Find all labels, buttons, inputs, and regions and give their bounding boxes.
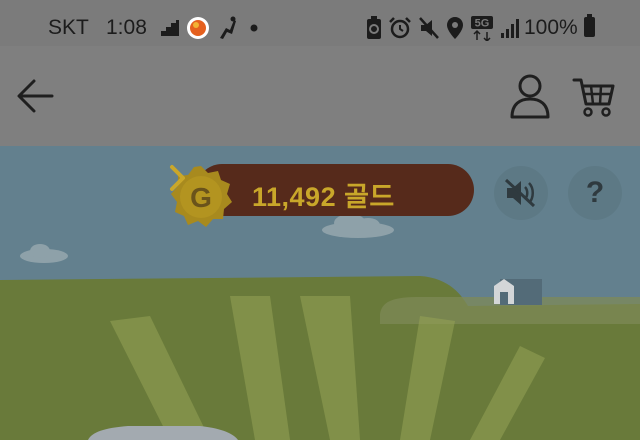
mute-icon (419, 17, 439, 39)
user-icon[interactable] (508, 72, 552, 120)
cart-icon[interactable] (572, 74, 616, 118)
status-bar: SKT 1:08 5G 100% (0, 0, 640, 46)
location-icon (447, 17, 463, 39)
clock: 1:08 (106, 16, 147, 39)
gold-amount: 11,492 골드 (252, 182, 395, 212)
coin-letter: G (190, 182, 212, 213)
app-header (0, 46, 640, 146)
game-scene: G 11,492 골드 ? (0, 146, 640, 440)
system-icons: 5G (366, 14, 520, 42)
battery-saver-icon (367, 16, 381, 39)
gold-balance-button[interactable]: G 11,492 골드 (168, 164, 474, 227)
network-type: 5G (475, 18, 490, 30)
help-icon: ? (585, 176, 605, 209)
chevron-right-icon (170, 165, 185, 191)
stairs-icon (161, 20, 179, 36)
dot-icon (250, 24, 258, 32)
sound-toggle-button[interactable] (494, 166, 548, 220)
battery-percent: 100% (524, 16, 578, 39)
notification-icons (160, 14, 260, 42)
carrier-label: SKT (48, 16, 89, 39)
5g-icon: 5G (471, 16, 493, 41)
battery-icon (584, 14, 595, 37)
back-arrow-icon[interactable] (14, 76, 56, 116)
sound-muted-icon (504, 178, 536, 208)
run-icon (220, 16, 236, 39)
alarm-icon (389, 17, 411, 39)
app-notification-icon (187, 17, 209, 39)
signal-icon (501, 19, 519, 38)
help-button[interactable]: ? (568, 166, 622, 220)
house (494, 279, 542, 305)
